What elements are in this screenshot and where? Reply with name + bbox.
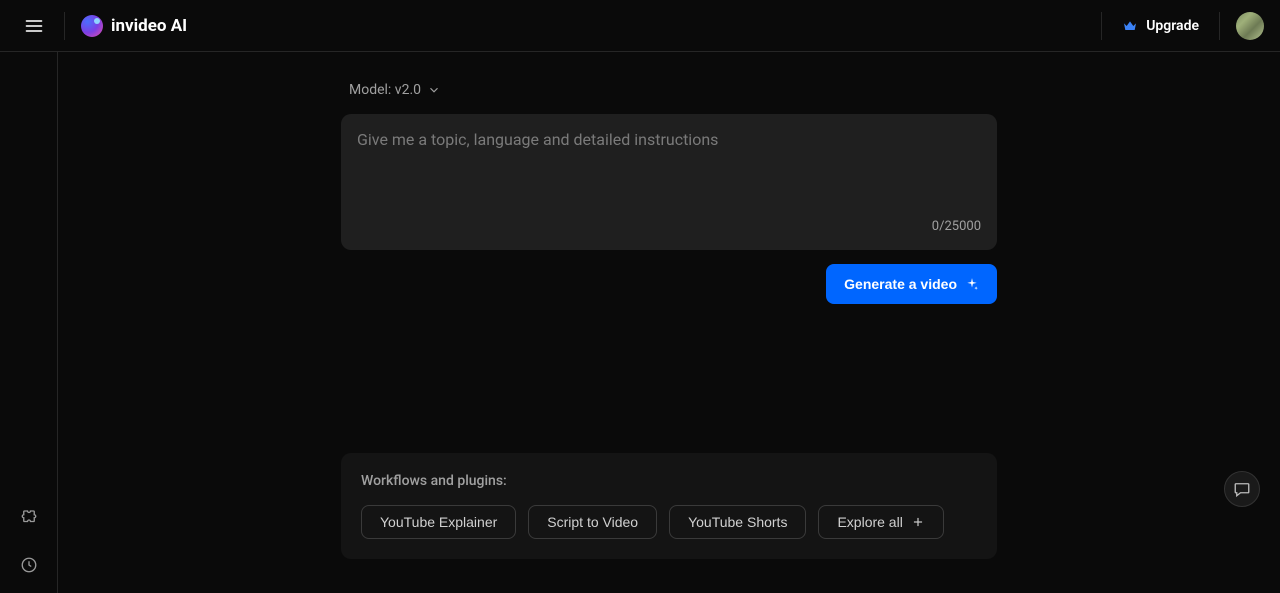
model-selector[interactable]: Model: v2.0: [341, 82, 997, 98]
sidebar: [0, 52, 58, 593]
menu-button[interactable]: [16, 8, 52, 44]
brand-logo[interactable]: invideo AI: [81, 15, 187, 37]
divider: [1219, 12, 1220, 40]
puzzle-icon: [20, 508, 38, 526]
hamburger-icon: [24, 16, 44, 36]
body: Model: v2.0 0/25000 Generate a video: [0, 52, 1280, 593]
sparkle-icon: [965, 277, 979, 291]
chip-label: YouTube Explainer: [380, 514, 497, 530]
chat-icon: [1233, 480, 1251, 498]
center-column: Model: v2.0 0/25000 Generate a video: [341, 82, 997, 304]
plus-icon: [911, 515, 925, 529]
chevron-down-icon: [427, 83, 441, 97]
workflow-youtube-explainer[interactable]: YouTube Explainer: [361, 505, 516, 539]
history-nav[interactable]: [17, 553, 41, 577]
generate-label: Generate a video: [844, 276, 957, 292]
prompt-input[interactable]: [357, 130, 981, 219]
workflow-youtube-shorts[interactable]: YouTube Shorts: [669, 505, 806, 539]
plugins-nav[interactable]: [17, 505, 41, 529]
upgrade-label: Upgrade: [1146, 18, 1199, 34]
clock-icon: [20, 556, 38, 574]
generate-button[interactable]: Generate a video: [826, 264, 997, 304]
main-content: Model: v2.0 0/25000 Generate a video: [58, 52, 1280, 593]
topbar-left: invideo AI: [16, 8, 187, 44]
model-label: Model: v2.0: [349, 82, 421, 98]
char-count: 0/25000: [357, 219, 981, 234]
chat-button[interactable]: [1224, 471, 1260, 507]
brand-icon: [81, 15, 103, 37]
workflow-chips: YouTube Explainer Script to Video YouTub…: [361, 505, 977, 539]
workflows-panel: Workflows and plugins: YouTube Explainer…: [341, 453, 997, 559]
brand-name: invideo AI: [111, 16, 187, 36]
chip-label: YouTube Shorts: [688, 514, 787, 530]
crown-icon: [1122, 18, 1138, 34]
chip-label: Explore all: [837, 514, 902, 530]
workflow-script-to-video[interactable]: Script to Video: [528, 505, 657, 539]
topbar-right: Upgrade: [1101, 12, 1264, 40]
workflows-title: Workflows and plugins:: [361, 473, 977, 489]
chip-label: Script to Video: [547, 514, 638, 530]
avatar[interactable]: [1236, 12, 1264, 40]
topbar: invideo AI Upgrade: [0, 0, 1280, 52]
divider: [64, 12, 65, 40]
upgrade-button[interactable]: Upgrade: [1102, 18, 1219, 34]
workflow-explore-all[interactable]: Explore all: [818, 505, 943, 539]
generate-row: Generate a video: [341, 264, 997, 304]
prompt-box: 0/25000: [341, 114, 997, 250]
